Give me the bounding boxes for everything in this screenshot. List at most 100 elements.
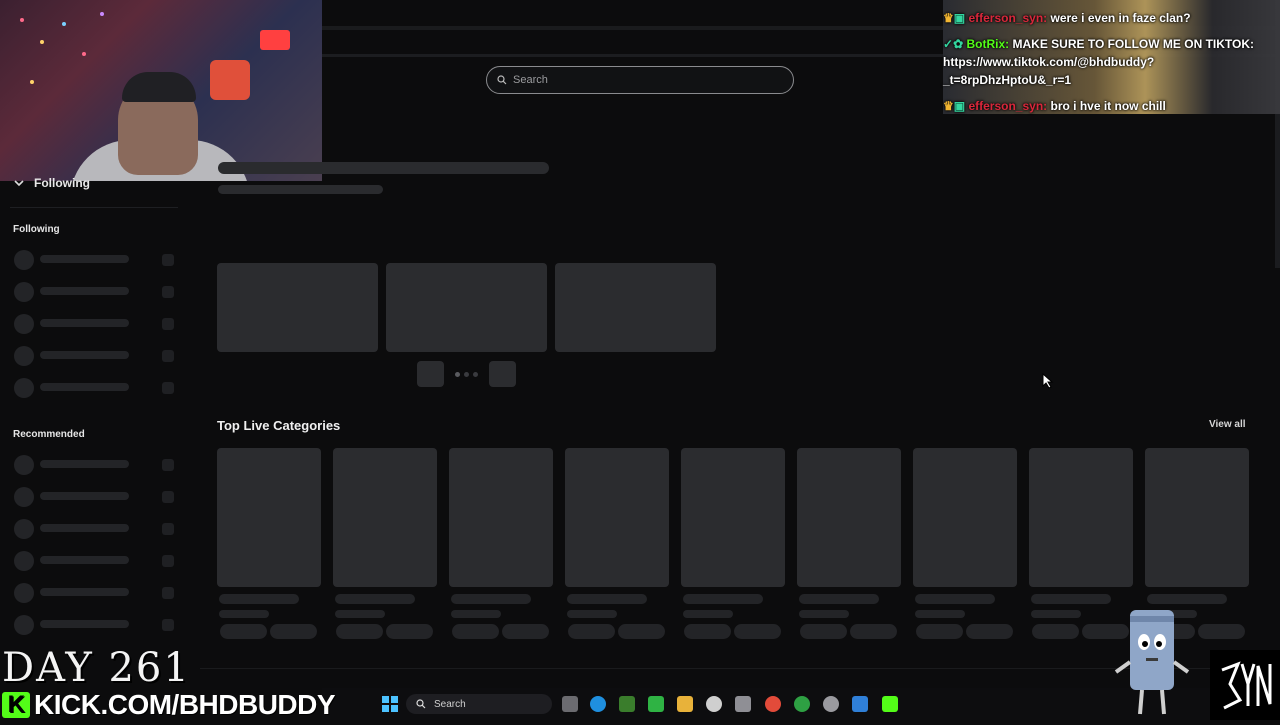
skeleton-tag [800,624,847,639]
skeleton-avatar [14,487,34,507]
chevron-down-icon [14,180,24,187]
skeleton-avatar [14,378,34,398]
skeleton-badge [162,523,174,535]
skeleton-tag [916,624,963,639]
windows-start-icon[interactable] [382,696,398,712]
skeleton-badge [162,459,174,471]
settings-gear-icon[interactable] [706,696,722,712]
subscriber-badge-icon: ▣ [953,99,966,113]
chat-text: were i even in faze clan? [1050,11,1191,25]
store-icon[interactable] [735,696,751,712]
skeleton-avatar [14,346,34,366]
skeleton-avatar [14,551,34,571]
skeleton-tag [568,624,615,639]
carousel-card[interactable] [555,263,716,352]
skeleton-avatar [14,583,34,603]
taskbar-search[interactable]: Search [406,694,552,714]
skeleton-line [40,351,129,359]
skeleton-line [335,610,385,618]
skeleton-line [567,594,647,604]
skeleton-tag [1032,624,1079,639]
carousel-prev-button[interactable] [417,361,444,387]
file-explorer-icon[interactable] [677,696,693,712]
skeleton-badge [162,286,174,298]
chrome-icon[interactable] [765,696,781,712]
skeleton-line [683,610,733,618]
carousel-dot[interactable] [455,372,460,377]
skeleton-tag [850,624,897,639]
xbox-icon[interactable] [794,696,810,712]
skeleton-line [683,594,763,604]
chat-text: bro i hve it now chill [1050,99,1166,113]
chat-username: BotRix: [966,37,1010,51]
skeleton-line [40,492,129,500]
skeleton-line [40,460,129,468]
carousel-dot[interactable] [473,372,478,377]
category-card[interactable] [333,448,437,587]
syn-logo-icon [1221,661,1272,710]
skeleton-badge [162,619,174,631]
carousel-next-button[interactable] [489,361,516,387]
skeleton-tag [452,624,499,639]
app-icon[interactable] [852,696,868,712]
skeleton-line [335,594,415,604]
skeleton-line [451,610,501,618]
subscriber-badge-icon: ▣ [953,11,966,25]
task-view-icon[interactable] [562,696,578,712]
skeleton-tag [618,624,665,639]
skeleton-title [218,162,549,174]
chat-username: efferson_syn: [968,11,1048,25]
skeleton-line [1031,594,1111,604]
carousel-dot[interactable] [464,372,469,377]
skeleton-badge [162,587,174,599]
skeleton-avatar [14,455,34,475]
skeleton-badge [162,350,174,362]
chat-username: efferson_syn: [968,99,1048,113]
skeleton-line [799,594,879,604]
carousel-card[interactable] [217,263,378,352]
skeleton-tag [502,624,549,639]
kick-url: KICK.COM/BHDBUDDY [34,689,336,720]
view-all-link[interactable]: View all [1209,419,1246,430]
syn-logo [1210,650,1280,720]
skeleton-tag [1198,624,1245,639]
category-card[interactable] [449,448,553,587]
chat-message: ✓✿ BotRix: MAKE SURE TO FOLLOW ME ON TIK… [943,35,1280,89]
skeleton-tag [270,624,317,639]
steam-icon[interactable] [823,696,839,712]
following-section-title: Following [13,224,60,235]
skeleton-badge [162,491,174,503]
edge-icon[interactable] [590,696,606,712]
search-bar[interactable]: Search [486,66,794,94]
category-card[interactable] [913,448,1017,587]
skeleton-avatar [14,519,34,539]
carousel-card[interactable] [386,263,547,352]
skeleton-line [219,594,299,604]
skeleton-badge [162,555,174,567]
skeleton-avatar [14,314,34,334]
skeleton-subtitle [218,185,383,194]
category-card[interactable] [1029,448,1133,587]
skeleton-line [40,588,129,596]
category-card[interactable] [681,448,785,587]
skeleton-line [799,610,849,618]
bot-badge-icon: ✓ [943,37,954,51]
skeleton-line [451,594,531,604]
spreadsheet-icon[interactable] [648,696,664,712]
skeleton-badge [162,254,174,266]
category-card[interactable] [217,448,321,587]
crown-badge-icon: ♛ [943,99,954,113]
category-card[interactable] [565,448,669,587]
category-card[interactable] [1145,448,1249,587]
nvidia-icon[interactable] [619,696,635,712]
skeleton-badge [162,318,174,330]
towel-mascot-icon [1114,610,1190,715]
kick-logo-icon: K [2,692,30,718]
sidebar-collapse-button[interactable]: Following [14,176,90,190]
chat-message: ♛▣ efferson_syn: bro i hve it now chill [943,97,1280,115]
category-card[interactable] [797,448,901,587]
skeleton-line [915,610,965,618]
skeleton-line [40,556,129,564]
kick-app-icon[interactable] [882,696,898,712]
skeleton-tag [734,624,781,639]
